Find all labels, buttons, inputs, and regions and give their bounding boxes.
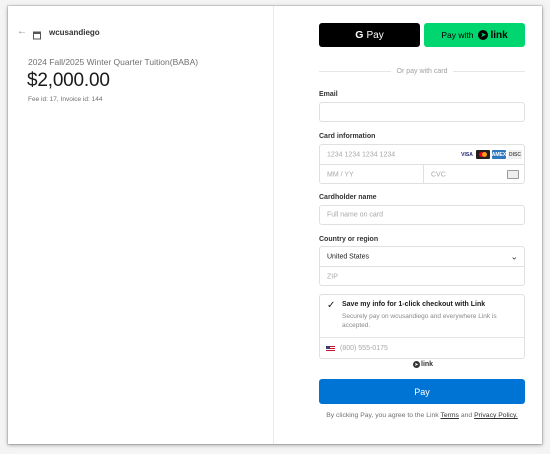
expiry-placeholder: MM / YY — [327, 171, 354, 178]
cardholder-name-field[interactable]: Full name on card — [319, 205, 525, 225]
amex-icon: AMEX — [491, 150, 507, 159]
visa-icon: VISA — [461, 151, 473, 158]
fee-info: Fee id: 17, Invoice id: 144 — [28, 96, 103, 103]
merchant-name[interactable]: wcusandiego — [49, 28, 100, 37]
discover-icon: DISC — [508, 150, 522, 159]
checkout-window: ← wcusandiego 2024 Fall/2025 Winter Quar… — [8, 6, 542, 444]
link-logo-text: link — [421, 361, 434, 368]
pay-button[interactable]: Pay — [319, 379, 525, 404]
link-dot-icon: ➤ — [413, 361, 420, 368]
save-info-desc: Securely pay on wcusandiego and everywhe… — [342, 313, 497, 329]
save-info-title[interactable]: Save my info for 1-click checkout with L… — [342, 301, 485, 308]
card-number-field[interactable]: 1234 1234 1234 1234 VISA AMEX DISC — [320, 145, 524, 164]
email-label: Email — [319, 91, 338, 98]
email-field[interactable] — [319, 102, 525, 122]
card-info-label: Card information — [319, 133, 376, 140]
cvc-placeholder: CVC — [431, 171, 446, 178]
us-flag-icon[interactable] — [326, 346, 335, 352]
zip-field[interactable]: ZIP — [320, 267, 524, 286]
google-g-icon: G — [355, 29, 364, 41]
country-label: Country or region — [319, 236, 379, 243]
save-info-checkbox[interactable]: ✓ — [327, 300, 335, 311]
or-divider: Or pay with card — [319, 66, 525, 76]
merchant-header: ← wcusandiego — [17, 26, 100, 40]
address-group: United States ⌄ ZIP — [319, 246, 525, 286]
link-save-box: ✓ Save my info for 1-click checkout with… — [319, 294, 525, 359]
total-amount: $2,000.00 — [27, 70, 110, 91]
country-select[interactable]: United States ⌄ — [320, 247, 524, 266]
order-summary-panel: ← wcusandiego 2024 Fall/2025 Winter Quar… — [8, 6, 274, 444]
cardholder-placeholder: Full name on card — [327, 211, 384, 219]
google-pay-button[interactable]: G Pay — [319, 23, 420, 47]
zip-placeholder: ZIP — [327, 273, 338, 280]
phone-field[interactable]: (800) 555-0175 — [340, 345, 388, 352]
card-number-placeholder: 1234 1234 1234 1234 — [327, 151, 396, 158]
pay-with-link-button[interactable]: Pay with ➤ link — [424, 23, 525, 47]
terms-text: By clicking Pay, you agree to the Link T… — [319, 412, 525, 419]
mastercard-icon — [476, 150, 490, 159]
cardholder-label: Cardholder name — [319, 194, 377, 201]
back-arrow-icon[interactable]: ← — [17, 26, 29, 38]
privacy-link[interactable]: Privacy Policy. — [474, 412, 518, 419]
cvc-field[interactable]: CVC — [424, 165, 525, 184]
google-pay-label: Pay — [366, 29, 384, 41]
terms-prefix: By clicking Pay, you agree to the Link — [326, 412, 439, 419]
country-value: United States — [327, 253, 370, 260]
terms-and: and — [460, 412, 473, 419]
expiry-field[interactable]: MM / YY — [320, 165, 423, 184]
terms-link[interactable]: Terms — [440, 412, 459, 419]
payment-panel: G Pay Pay with ➤ link Or pay with card E… — [274, 6, 542, 444]
link-button-prefix: Pay with — [441, 30, 474, 40]
store-icon — [32, 27, 42, 40]
link-button-word: link — [490, 29, 508, 41]
product-name: 2024 Fall/2025 Winter Quarter Tuition(BA… — [28, 57, 199, 67]
card-info-group: 1234 1234 1234 1234 VISA AMEX DISC MM / … — [319, 144, 525, 184]
link-logo: ➤ link — [413, 361, 433, 368]
link-arrow-icon: ➤ — [478, 30, 489, 40]
divider-text: Or pay with card — [396, 67, 448, 75]
chevron-down-icon: ⌄ — [510, 251, 518, 261]
cvc-card-icon — [507, 170, 519, 179]
